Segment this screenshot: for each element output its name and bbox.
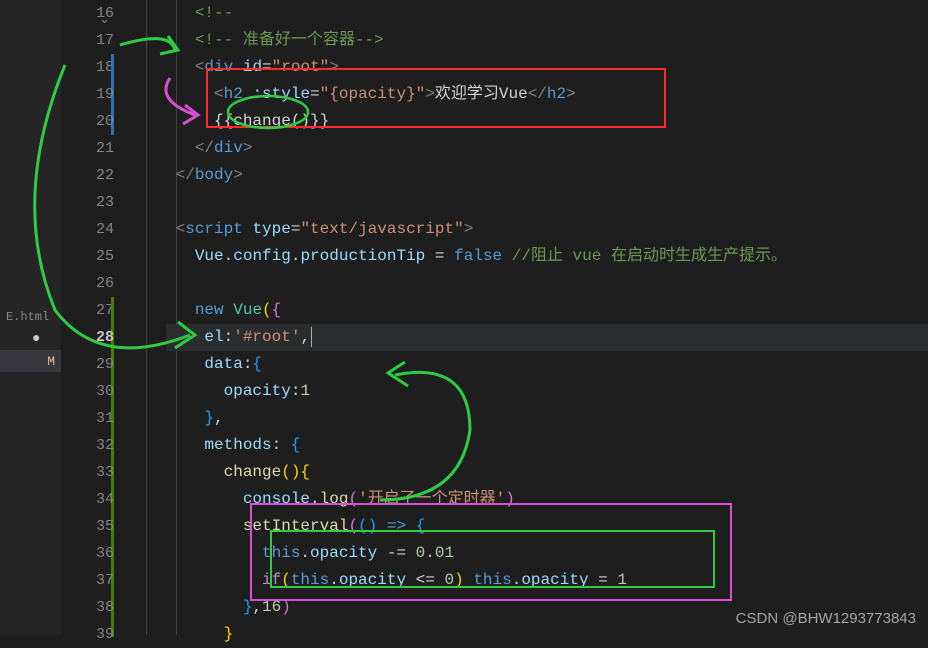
code-content[interactable]: <!-- <!-- 准备好一个容器--> <div id="root"> <h2… — [136, 0, 928, 635]
code-line[interactable]: new Vue({ — [166, 297, 928, 324]
code-line[interactable]: if(this.opacity <= 0) this.opacity = 1 — [166, 567, 928, 594]
code-line[interactable]: }, — [166, 405, 928, 432]
code-line[interactable]: change(){ — [166, 459, 928, 486]
file-item[interactable]: E.html — [0, 306, 61, 328]
code-line-current[interactable]: el:'#root', — [166, 324, 928, 351]
code-line[interactable]: this.opacity -= 0.01 — [166, 540, 928, 567]
code-line[interactable]: <!-- 准备好一个容器--> — [166, 27, 928, 54]
code-line[interactable]: <h2 :style="{opacity}">欢迎学习Vue</h2> — [166, 81, 928, 108]
file-explorer-sidebar: E.html ● M — [0, 0, 62, 635]
editor-container: E.html ● M 16⌄ 17 18 19 20 21 22 23 24 2… — [0, 0, 928, 635]
file-modified-indicator[interactable]: M — [0, 350, 61, 372]
code-line[interactable]: <script type="text/javascript"> — [166, 216, 928, 243]
code-line[interactable]: console.log('开启了一个定时器') — [166, 486, 928, 513]
code-line[interactable]: <div id="root"> — [166, 54, 928, 81]
code-line[interactable]: setInterval(() => { — [166, 513, 928, 540]
code-line[interactable]: </div> — [166, 135, 928, 162]
code-line[interactable] — [166, 189, 928, 216]
code-editor[interactable]: 16⌄ 17 18 19 20 21 22 23 24 25 26 27 28 … — [62, 0, 928, 635]
text-cursor — [311, 327, 312, 347]
code-line[interactable]: },16) — [166, 594, 928, 621]
code-line[interactable]: opacity:1 — [166, 378, 928, 405]
code-line[interactable]: </body> — [166, 162, 928, 189]
code-line[interactable] — [166, 270, 928, 297]
line-number-gutter: 16⌄ 17 18 19 20 21 22 23 24 25 26 27 28 … — [62, 0, 136, 635]
code-line[interactable]: data:{ — [166, 351, 928, 378]
code-line[interactable]: methods: { — [166, 432, 928, 459]
code-line[interactable]: {{change()}} — [166, 108, 928, 135]
code-line[interactable]: Vue.config.productionTip = false //阻止 vu… — [166, 243, 928, 270]
code-line[interactable]: <!-- — [166, 0, 928, 27]
file-dirty-dot: ● — [0, 328, 61, 350]
